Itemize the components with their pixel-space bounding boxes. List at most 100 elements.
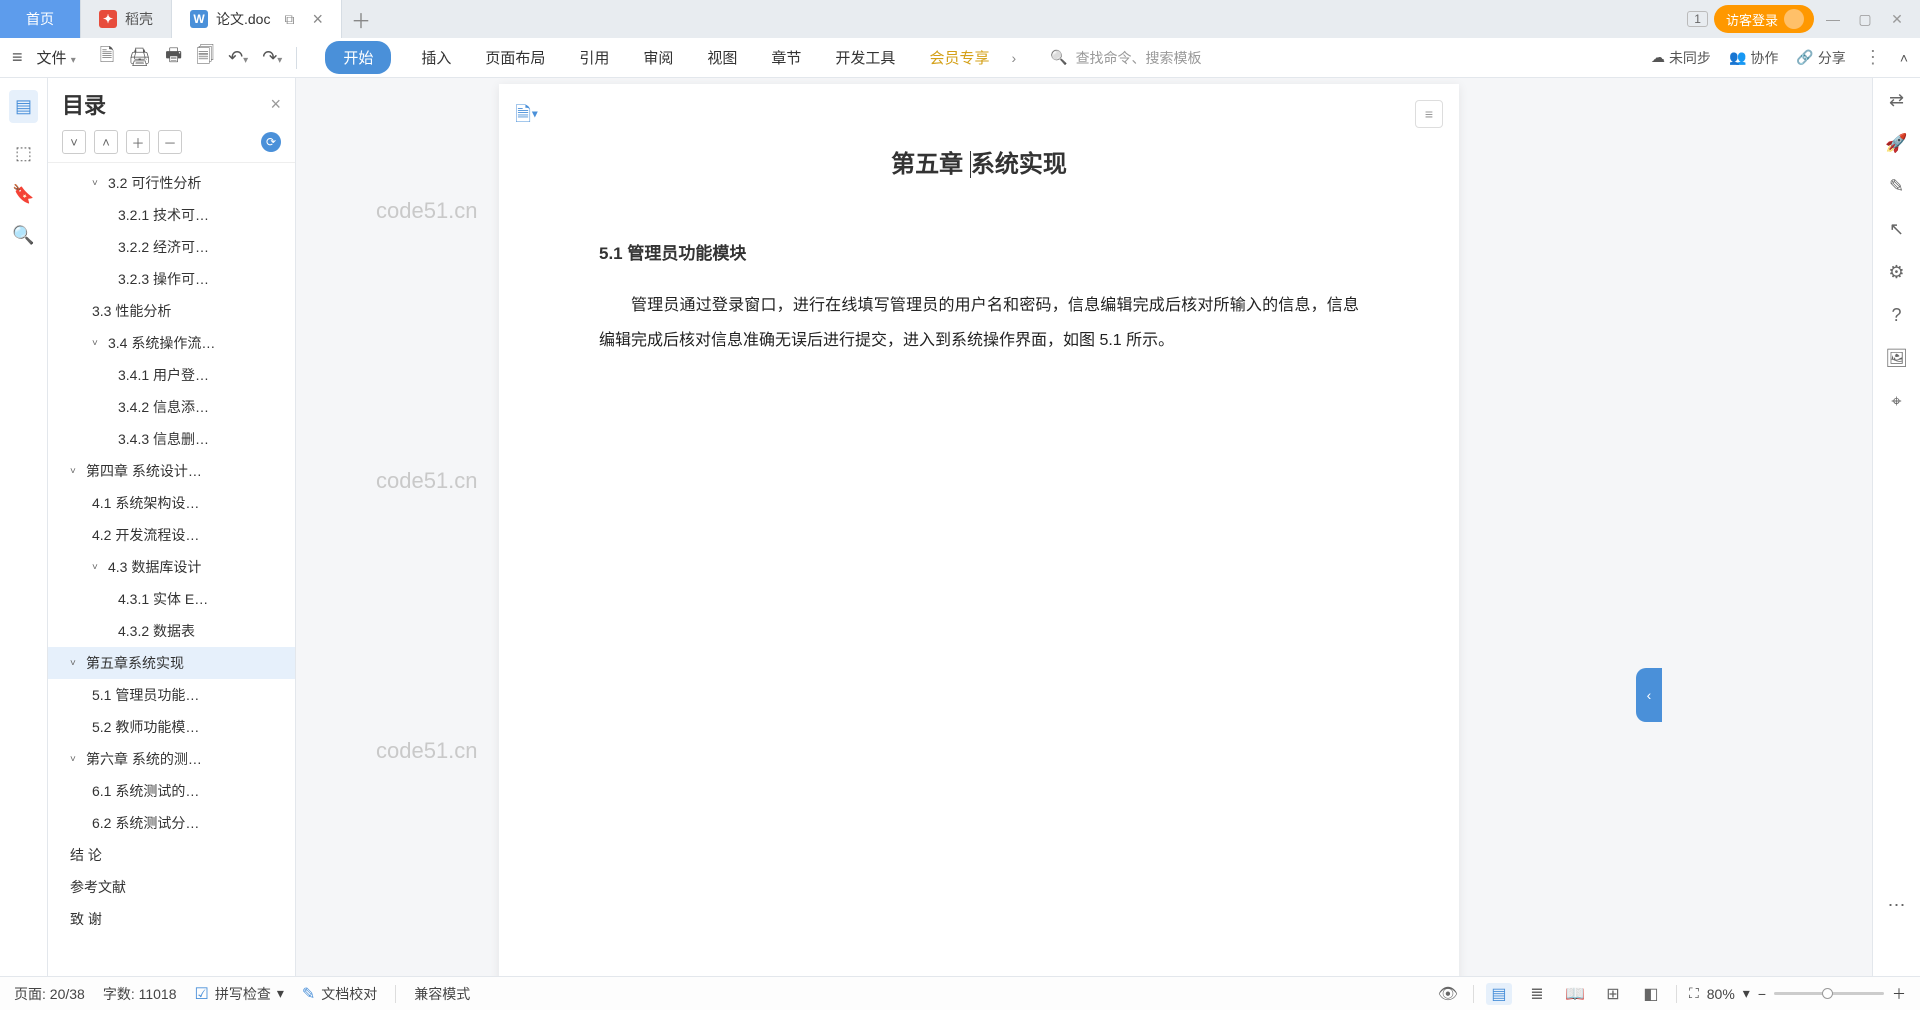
compat-mode[interactable]: 兼容模式 [414, 984, 470, 1004]
outline-item[interactable]: 6.2 系统测试分… [48, 807, 295, 839]
ribbon-tab-vip[interactable]: 会员专享 [925, 41, 993, 74]
rail-help-icon[interactable]: ? [1891, 305, 1901, 326]
minimize-button[interactable]: — [1820, 6, 1846, 32]
page-options-icon[interactable]: ≡ [1415, 100, 1443, 128]
outline-sync-icon[interactable]: ⟳ [261, 132, 281, 152]
title-bar: 首页 ✦稻壳 W 论文.doc ⧉ × ＋ 1 访客登录 — ▢ ✕ [0, 0, 1920, 38]
collapse-all-button[interactable]: ˅ [62, 130, 86, 154]
eye-icon[interactable]: 👁 [1435, 983, 1461, 1005]
ribbon-tab-start[interactable]: 开始 [325, 41, 391, 74]
ribbon-tab-review[interactable]: 审阅 [639, 41, 677, 74]
close-outline-icon[interactable]: × [270, 94, 281, 115]
rail-image-icon[interactable]: 🖼 [1885, 348, 1908, 369]
rail-more-icon[interactable]: ⋯ [1888, 895, 1906, 916]
ribbon-tab-reference[interactable]: 引用 [575, 41, 613, 74]
spellcheck-button[interactable]: ☑拼写检查 ▾ [195, 984, 284, 1004]
outline-item[interactable]: 4.3.2 数据表 [48, 615, 295, 647]
bookmark-rail-icon[interactable]: 🔖 [12, 184, 34, 205]
tab-home[interactable]: 首页 [0, 0, 81, 38]
command-search[interactable]: 查找命令、搜索模板 [1040, 44, 1211, 72]
expand-all-button[interactable]: ˄ [94, 130, 118, 154]
share-button[interactable]: 🔗 分享 [1796, 48, 1845, 68]
outline-item[interactable]: ˅第四章 系统设计… [48, 455, 295, 487]
word-count[interactable]: 字数: 11018 [103, 984, 177, 1004]
page-header-icon[interactable]: 🗎▾ [515, 100, 538, 134]
zoom-in-button[interactable]: ＋ [1892, 984, 1906, 1004]
coop-button[interactable]: 👥 协作 [1729, 48, 1778, 68]
sync-status[interactable]: ☁ 未同步 [1651, 48, 1711, 68]
rail-target-icon[interactable]: ⌖ [1891, 391, 1901, 412]
search-rail-icon[interactable]: 🔍 [12, 225, 34, 246]
ribbon-tab-section[interactable]: 章节 [767, 41, 805, 74]
save-icon[interactable]: 🗎 [100, 43, 114, 73]
page-indicator[interactable]: 页面: 20/38 [14, 984, 85, 1004]
outline-item[interactable]: 3.4.2 信息添… [48, 391, 295, 423]
proofread-button[interactable]: ✎文档校对 [302, 984, 377, 1004]
close-tab-icon[interactable]: × [312, 9, 323, 30]
outline-item[interactable]: 结 论 [48, 839, 295, 871]
rail-adjust-icon[interactable]: ⚙ [1888, 262, 1904, 283]
outline-view-icon[interactable]: ≣ [1524, 983, 1550, 1005]
ribbon-tab-dev[interactable]: 开发工具 [831, 41, 899, 74]
outline-item[interactable]: 致 谢 [48, 903, 295, 935]
demote-button[interactable]: － [158, 130, 182, 154]
outline-item[interactable]: 3.2.2 经济可… [48, 231, 295, 263]
ribbon-tab-view[interactable]: 视图 [703, 41, 741, 74]
outline-item[interactable]: ˅3.2 可行性分析 [48, 167, 295, 199]
outline-item[interactable]: 4.3.1 实体 E… [48, 583, 295, 615]
print-icon[interactable]: 🖶 [165, 43, 182, 73]
file-menu[interactable]: 文件 ▾ [29, 47, 84, 68]
rail-cursor-icon[interactable]: ↖ [1889, 219, 1904, 240]
outline-item[interactable]: 5.2 教师功能模… [48, 711, 295, 743]
ribbon-more-icon[interactable]: › [1011, 50, 1016, 66]
read-view-icon[interactable]: 📖 [1562, 983, 1588, 1005]
outline-item[interactable]: 3.2.3 操作可… [48, 263, 295, 295]
window-count-badge[interactable]: 1 [1687, 11, 1708, 27]
outline-item[interactable]: 3.4.3 信息删… [48, 423, 295, 455]
focus-view-icon[interactable]: ◧ [1638, 983, 1664, 1005]
undo-icon[interactable]: ↶▾ [228, 47, 248, 68]
ribbon-tab-insert[interactable]: 插入 [417, 41, 455, 74]
outline-item[interactable]: 3.2.1 技术可… [48, 199, 295, 231]
tab-document[interactable]: W 论文.doc ⧉ × [172, 0, 342, 38]
zoom-out-button[interactable]: − [1758, 986, 1766, 1002]
tab-daoké[interactable]: ✦稻壳 [81, 0, 172, 38]
outline-item[interactable]: 4.1 系统架构设… [48, 487, 295, 519]
promote-button[interactable]: ＋ [126, 130, 150, 154]
outline-item[interactable]: 5.1 管理员功能… [48, 679, 295, 711]
web-view-icon[interactable]: ⊞ [1600, 983, 1626, 1005]
add-tab-button[interactable]: ＋ [342, 0, 380, 38]
rail-pen-icon[interactable]: ✎ [1889, 176, 1904, 197]
outline-item[interactable]: ˅第六章 系统的测… [48, 743, 295, 775]
tag-rail-icon[interactable]: ⬚ [15, 143, 32, 164]
outline-item[interactable]: ˅3.4 系统操作流… [48, 327, 295, 359]
zoom-slider[interactable] [1774, 992, 1884, 995]
duplicate-tab-icon[interactable]: ⧉ [284, 11, 294, 28]
rail-settings-icon[interactable]: ⇄ [1889, 90, 1904, 111]
outline-item[interactable]: 6.1 系统测试的… [48, 775, 295, 807]
document-canvas[interactable]: code51.cn code51.cn code51.cn code51.cn … [296, 78, 1662, 976]
maximize-button[interactable]: ▢ [1852, 6, 1878, 32]
outline-item[interactable]: 3.4.1 用户登… [48, 359, 295, 391]
outline-rail-icon[interactable]: ▤ [9, 90, 38, 123]
more-menu-icon[interactable]: ⋮ [1864, 47, 1882, 68]
outline-item[interactable]: 3.3 性能分析 [48, 295, 295, 327]
zoom-value[interactable]: 80% [1707, 986, 1735, 1002]
outline-item[interactable]: ˅4.3 数据库设计 [48, 551, 295, 583]
collapse-ribbon-icon[interactable]: ˄ [1900, 50, 1908, 66]
zoom-control[interactable]: ⛶ 80% ▾ − ＋ [1689, 984, 1906, 1004]
collapse-right-panel-tab[interactable]: ‹ [1636, 668, 1662, 722]
close-window-button[interactable]: ✕ [1884, 6, 1910, 32]
fit-width-icon[interactable]: ⛶ [1689, 985, 1699, 1002]
outline-item[interactable]: ˅第五章系统实现 [48, 647, 295, 679]
rail-rocket-icon[interactable]: 🚀 [1885, 133, 1907, 154]
preview-icon[interactable]: 🗐 [196, 43, 214, 73]
ribbon-tab-layout[interactable]: 页面布局 [481, 41, 549, 74]
outline-item[interactable]: 4.2 开发流程设… [48, 519, 295, 551]
outline-item[interactable]: 参考文献 [48, 871, 295, 903]
redo-icon[interactable]: ↷▾ [262, 47, 282, 68]
guest-login-button[interactable]: 访客登录 [1714, 5, 1814, 33]
layout-view-icon[interactable]: ▤ [1486, 983, 1512, 1005]
export-icon[interactable]: 🖨 [128, 47, 151, 68]
menu-icon[interactable]: ≡ [12, 47, 23, 68]
